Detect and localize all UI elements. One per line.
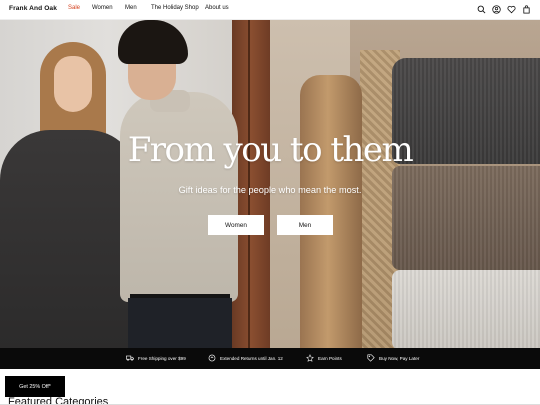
shop-men-button[interactable]: Men (277, 215, 333, 235)
tag-icon (367, 354, 375, 362)
sweater-grey (392, 270, 540, 348)
nav-about-us[interactable]: About us (205, 5, 229, 11)
nav-women[interactable]: Women (92, 5, 113, 11)
promo-returns[interactable]: Extended Returns until Jan. 12 (208, 354, 283, 362)
hero-subtitle: Gift ideas for the people who mean the m… (178, 185, 362, 195)
promo-pay-later[interactable]: Buy Now, Pay Later (367, 354, 419, 362)
shop-women-button[interactable]: Women (208, 215, 264, 235)
discount-popup-button[interactable]: Get 25% Off* (5, 376, 65, 397)
cart-icon[interactable] (521, 4, 532, 15)
promo-bar: Free Shipping over $99 Extended Returns … (0, 348, 540, 369)
hero-chair (300, 75, 362, 348)
wishlist-icon[interactable] (506, 4, 517, 15)
account-icon[interactable] (491, 4, 502, 15)
model-man (120, 92, 238, 302)
nav-sale[interactable]: Sale (68, 5, 80, 11)
hero-banner: From you to them Gift ideas for the peop… (0, 20, 540, 348)
hero-title: From you to them (127, 130, 414, 170)
sweater-brown (392, 166, 540, 270)
promo-shipping[interactable]: Free Shipping over $99 (126, 354, 186, 362)
return-icon (208, 354, 216, 362)
site-header: Frank And Oak Sale Women Men The Holiday… (0, 0, 540, 20)
nav-holiday-shop[interactable]: The Holiday Shop (151, 5, 199, 11)
truck-icon (126, 355, 134, 361)
search-icon[interactable] (476, 4, 487, 15)
points-icon (306, 354, 314, 362)
promo-points[interactable]: Earn Points (306, 354, 342, 362)
nav-men[interactable]: Men (125, 5, 137, 11)
brand-logo[interactable]: Frank And Oak (9, 5, 57, 12)
